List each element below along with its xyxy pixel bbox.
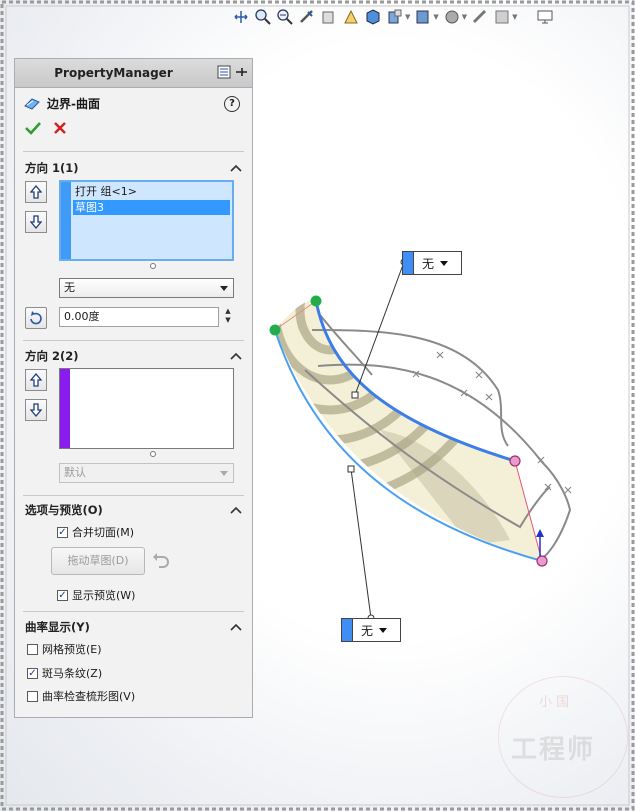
chevron-down-icon[interactable]: ▼ bbox=[405, 13, 410, 21]
feature-row: 边界-曲面 bbox=[23, 95, 100, 112]
feature-name: 边界-曲面 bbox=[47, 97, 100, 111]
callout-color-bar bbox=[342, 619, 353, 641]
property-manager-panel: PropertyManager 边界-曲面 ? 方向 1(1) 打开 组<1> … bbox=[14, 58, 253, 718]
boundary-surface-icon bbox=[24, 97, 40, 110]
direction1-color-stripe bbox=[61, 182, 71, 259]
button-label: 拖动草图(D) bbox=[67, 554, 129, 567]
arrow-down-icon bbox=[30, 215, 42, 229]
apply-scene-icon[interactable] bbox=[443, 8, 461, 26]
checkbox-label: 斑马条纹(Z) bbox=[42, 667, 103, 680]
chevron-down-icon[interactable] bbox=[379, 627, 388, 633]
direction1-curves-list[interactable]: 打开 组<1> 草图3 bbox=[59, 180, 234, 261]
rotate-icon bbox=[30, 311, 42, 325]
reverse-direction-button[interactable] bbox=[25, 307, 47, 329]
display-style-icon[interactable] bbox=[364, 8, 382, 26]
checkbox-label: 曲率检查梳形图(V) bbox=[42, 690, 136, 703]
callout-label: 无 bbox=[361, 623, 374, 638]
direction1-tangency-select[interactable]: 无 bbox=[59, 278, 234, 298]
direction2-color-stripe bbox=[60, 369, 70, 448]
direction1-title[interactable]: 方向 1(1) bbox=[25, 160, 79, 176]
checkbox-box[interactable] bbox=[27, 690, 38, 702]
resize-handle[interactable] bbox=[150, 451, 156, 457]
move-down-button[interactable] bbox=[25, 211, 47, 233]
checkbox-box[interactable]: ✓ bbox=[57, 526, 68, 538]
chevron-down-icon bbox=[220, 471, 228, 476]
chevron-down-icon[interactable]: ▼ bbox=[433, 13, 438, 21]
arrow-up-icon bbox=[30, 185, 42, 199]
edit-appearance-icon[interactable] bbox=[414, 8, 432, 26]
ok-check-icon[interactable] bbox=[25, 121, 41, 135]
graphics-area[interactable]: 无 无 小 国 工程师 ▼ ▼ ▼ ▼ PropertyManager 边界-曲… bbox=[0, 0, 635, 811]
move-up-button[interactable] bbox=[25, 181, 47, 203]
collapse-chevron-icon[interactable] bbox=[230, 505, 242, 515]
dynamic-annotation-icon[interactable] bbox=[320, 8, 338, 26]
render-icon[interactable] bbox=[493, 8, 511, 26]
checkbox-label: 显示预览(W) bbox=[72, 589, 136, 602]
callout-color-bar bbox=[403, 252, 414, 274]
checkbox-box[interactable]: ✓ bbox=[57, 589, 68, 601]
collapse-chevron-icon[interactable] bbox=[230, 163, 242, 173]
select-value: 无 bbox=[64, 281, 75, 294]
section-view-icon[interactable] bbox=[298, 8, 316, 26]
chevron-down-icon[interactable] bbox=[440, 260, 449, 266]
chevron-down-icon[interactable]: ▼ bbox=[462, 13, 467, 21]
pin-icon[interactable] bbox=[234, 65, 248, 79]
direction2-curves-list[interactable] bbox=[59, 368, 234, 449]
curvature-comb-checkbox[interactable]: 曲率检查梳形图(V) bbox=[27, 688, 135, 704]
watermark-small-text: 小 国 bbox=[539, 695, 570, 710]
zebra-stripes-checkbox[interactable]: ✓ 斑马条纹(Z) bbox=[27, 665, 102, 681]
show-preview-checkbox[interactable]: ✓ 显示预览(W) bbox=[57, 587, 135, 603]
direction2-tangency-select[interactable]: 默认 bbox=[59, 463, 234, 483]
merge-tangent-checkbox[interactable]: ✓ 合并切面(M) bbox=[57, 524, 134, 540]
divider bbox=[23, 495, 244, 496]
checkbox-label: 网格预览(E) bbox=[42, 643, 102, 656]
hide-show-icon[interactable] bbox=[386, 8, 404, 26]
chevron-down-icon[interactable]: ▼ bbox=[512, 13, 517, 21]
direction2-title[interactable]: 方向 2(2) bbox=[25, 348, 79, 364]
cancel-x-icon[interactable] bbox=[53, 121, 67, 135]
drag-sketch-button[interactable]: 拖动草图(D) bbox=[51, 547, 145, 575]
panel-header: PropertyManager bbox=[15, 59, 252, 88]
help-icon[interactable]: ? bbox=[224, 96, 240, 112]
watermark-text: 工程师 bbox=[511, 735, 596, 765]
checkbox-box[interactable]: ✓ bbox=[27, 667, 38, 679]
checkbox-box[interactable] bbox=[27, 643, 38, 655]
panel-header-icons bbox=[217, 65, 248, 79]
zoom-area-icon[interactable] bbox=[254, 8, 272, 26]
move-up-button[interactable] bbox=[25, 369, 47, 391]
collapse-chevron-icon[interactable] bbox=[230, 622, 242, 632]
zoom-to-fit-icon[interactable] bbox=[232, 8, 250, 26]
divider bbox=[23, 611, 244, 612]
watermark-logo: 小 国 工程师 bbox=[498, 676, 628, 798]
select-value: 默认 bbox=[64, 466, 86, 479]
angle-input[interactable]: 0.00度 bbox=[59, 307, 219, 327]
heads-up-view-toolbar: ▼ ▼ ▼ ▼ bbox=[232, 5, 554, 29]
list-item-selected[interactable]: 草图3 bbox=[73, 200, 230, 215]
arrow-up-icon bbox=[30, 373, 42, 387]
panel-list-icon[interactable] bbox=[217, 65, 231, 79]
resize-handle[interactable] bbox=[150, 263, 156, 269]
list-item[interactable]: 打开 组<1> bbox=[73, 184, 230, 199]
chevron-down-icon bbox=[220, 286, 228, 291]
monitor-icon[interactable] bbox=[536, 8, 554, 26]
direction1-tangency-callout[interactable]: 无 bbox=[402, 251, 462, 275]
divider bbox=[23, 151, 244, 152]
angle-spinner[interactable]: ▲ ▼ bbox=[222, 307, 234, 327]
move-down-button[interactable] bbox=[25, 399, 47, 421]
arrow-down-icon bbox=[30, 403, 42, 417]
collapse-chevron-icon[interactable] bbox=[230, 351, 242, 361]
direction1-tangency-callout-bottom[interactable]: 无 bbox=[341, 618, 401, 642]
view-settings-icon[interactable] bbox=[471, 8, 489, 26]
mesh-preview-checkbox[interactable]: 网格预览(E) bbox=[27, 641, 102, 657]
angle-value: 0.00度 bbox=[64, 310, 100, 323]
curvature-title[interactable]: 曲率显示(Y) bbox=[25, 619, 90, 635]
options-title[interactable]: 选项与预览(O) bbox=[25, 502, 103, 518]
panel-title: PropertyManager bbox=[54, 66, 173, 80]
divider bbox=[23, 340, 244, 341]
undo-drag-icon[interactable] bbox=[151, 551, 171, 569]
callout-label: 无 bbox=[422, 256, 435, 271]
previous-view-icon[interactable] bbox=[276, 8, 294, 26]
view-orientation-icon[interactable] bbox=[342, 8, 360, 26]
checkbox-label: 合并切面(M) bbox=[72, 526, 135, 539]
